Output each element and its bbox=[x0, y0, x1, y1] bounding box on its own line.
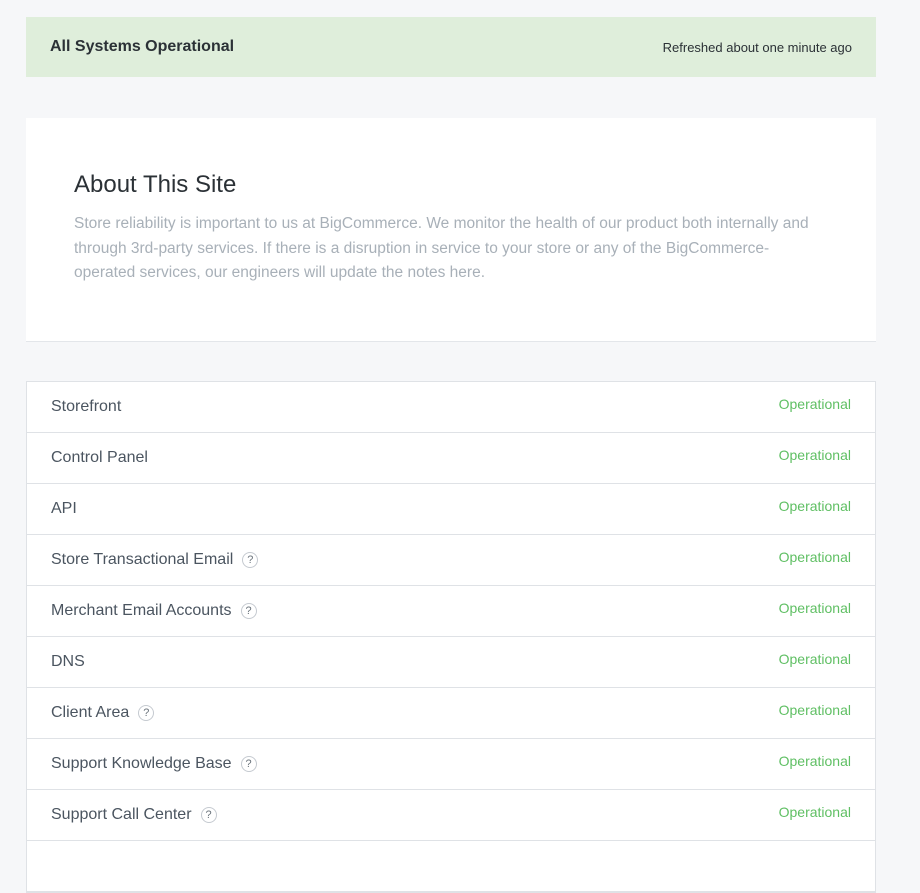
component-row: Support Knowledge Base ? Operational bbox=[27, 739, 875, 790]
component-name: Client Area bbox=[51, 704, 130, 721]
component-row: Support Call Center ? Operational bbox=[27, 790, 875, 841]
component-status: Operational bbox=[778, 804, 851, 820]
component-name: Support Call Center bbox=[51, 806, 192, 823]
help-icon[interactable]: ? bbox=[242, 552, 259, 568]
help-icon[interactable]: ? bbox=[240, 603, 257, 619]
refresh-timestamp: Refreshed about one minute ago bbox=[662, 39, 852, 55]
about-description: Store reliability is important to us at … bbox=[74, 215, 809, 281]
help-icon[interactable]: ? bbox=[240, 756, 257, 772]
help-icon[interactable]: ? bbox=[200, 807, 217, 823]
component-name: Storefront bbox=[51, 398, 122, 415]
component-status: Operational bbox=[778, 498, 851, 514]
component-row: Merchant Email Accounts ? Operational bbox=[27, 586, 875, 637]
component-row: DNS Operational bbox=[27, 637, 875, 688]
component-name: Support Knowledge Base bbox=[51, 755, 232, 772]
component-row: API Operational bbox=[27, 484, 875, 535]
component-status: Operational bbox=[778, 549, 851, 565]
component-row: Control Panel Operational bbox=[27, 433, 875, 484]
components-list: Storefront Operational Control Panel Ope… bbox=[26, 381, 876, 893]
component-name: Store Transactional Email bbox=[51, 551, 234, 568]
component-row: Store Transactional Email ? Operational bbox=[27, 535, 875, 586]
component-name: Control Panel bbox=[51, 449, 148, 466]
component-row: Storefront Operational bbox=[27, 382, 875, 433]
component-status: Operational bbox=[778, 396, 851, 412]
component-status: Operational bbox=[778, 651, 851, 667]
component-name: Merchant Email Accounts bbox=[51, 602, 232, 619]
component-status: Operational bbox=[778, 600, 851, 616]
component-status: Operational bbox=[778, 447, 851, 463]
component-row: Client Area ? Operational bbox=[27, 688, 875, 739]
about-title: About This Site bbox=[74, 171, 237, 198]
status-banner: All Systems Operational Refreshed about … bbox=[26, 17, 876, 77]
about-section: About This Site Store reliability is imp… bbox=[26, 118, 876, 342]
component-status: Operational bbox=[778, 702, 851, 718]
overall-status-title: All Systems Operational bbox=[50, 38, 235, 55]
component-row bbox=[27, 841, 875, 892]
component-status: Operational bbox=[778, 753, 851, 769]
help-icon[interactable]: ? bbox=[138, 705, 155, 721]
component-name: DNS bbox=[51, 653, 85, 670]
component-name: API bbox=[51, 500, 77, 517]
